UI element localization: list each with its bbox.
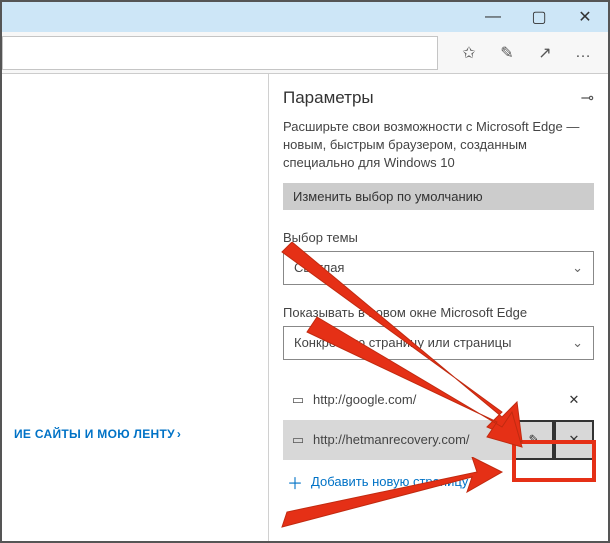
startup-page-row: ▭ http://hetmanrecovery.com/ ✎ ✕ [283, 420, 594, 460]
startup-page-row: ▭ http://google.com/ ✕ [283, 380, 594, 420]
theme-dropdown[interactable]: Светлая ⌄ [283, 251, 594, 285]
pin-icon: ⊸ [581, 90, 594, 107]
edit-page-button[interactable]: ✎ [514, 420, 554, 460]
address-bar[interactable] [2, 36, 438, 70]
link-text: ИЕ САЙТЫ И МОЮ ЛЕНТУ [14, 427, 175, 441]
panel-description: Расширьте свои возможности с Microsoft E… [283, 118, 594, 173]
change-default-button[interactable]: Изменить выбор по умолчанию [283, 183, 594, 210]
chevron-down-icon: ⌄ [572, 260, 583, 276]
main-content: ИЕ САЙТЫ И МОЮ ЛЕНТУ› [2, 74, 268, 541]
pen-icon: ✎ [500, 43, 513, 63]
close-icon: ✕ [578, 7, 591, 27]
share-button[interactable]: ↗ [526, 32, 564, 74]
panel-header: Параметры ⊸ [283, 74, 594, 118]
panel-title: Параметры [283, 88, 374, 108]
address-bar-wrap [2, 32, 444, 73]
page-icon: ▭ [283, 392, 313, 408]
minimize-icon: — [485, 8, 501, 26]
startup-page-url: http://hetmanrecovery.com/ [313, 432, 514, 447]
settings-panel: Параметры ⊸ Расширьте свои возможности с… [268, 74, 608, 541]
page-icon: ▭ [283, 432, 313, 448]
startup-page-url: http://google.com/ [313, 392, 554, 407]
window-title-bar: — ▢ ✕ [2, 2, 608, 32]
add-page-label: Добавить новую страницу [311, 474, 468, 489]
browser-toolbar: ✩ ✎ ↗ … [2, 32, 608, 74]
theme-value: Светлая [294, 260, 344, 275]
window-maximize-button[interactable]: ▢ [516, 2, 562, 32]
open-with-value: Конкретную страницу или страницы [294, 335, 511, 350]
web-note-button[interactable]: ✎ [488, 32, 526, 74]
toolbar-icons: ✩ ✎ ↗ … [444, 32, 608, 73]
pencil-icon: ✎ [529, 432, 540, 448]
more-button[interactable]: … [564, 32, 602, 74]
share-icon: ↗ [538, 43, 551, 63]
chevron-right-icon: › [177, 427, 181, 441]
maximize-icon: ▢ [531, 7, 546, 27]
add-page-button[interactable]: ＋ Добавить новую страницу [283, 460, 594, 504]
remove-page-button[interactable]: ✕ [554, 380, 594, 420]
close-icon: ✕ [569, 392, 580, 408]
close-icon: ✕ [569, 432, 580, 448]
window-close-button[interactable]: ✕ [562, 2, 608, 32]
window-minimize-button[interactable]: — [470, 2, 516, 32]
content-split: ИЕ САЙТЫ И МОЮ ЛЕНТУ› Параметры ⊸ Расшир… [2, 74, 608, 541]
favorites-button[interactable]: ✩ [450, 32, 488, 74]
chevron-down-icon: ⌄ [572, 335, 583, 351]
remove-page-button[interactable]: ✕ [554, 420, 594, 460]
top-sites-link[interactable]: ИЕ САЙТЫ И МОЮ ЛЕНТУ› [14, 427, 181, 441]
theme-label: Выбор темы [283, 230, 594, 245]
pin-button[interactable]: ⊸ [581, 88, 594, 108]
open-with-dropdown[interactable]: Конкретную страницу или страницы ⌄ [283, 326, 594, 360]
star-icon: ✩ [462, 43, 475, 63]
open-with-label: Показывать в новом окне Microsoft Edge [283, 305, 594, 320]
more-icon: … [575, 44, 591, 62]
plus-icon: ＋ [287, 470, 303, 494]
